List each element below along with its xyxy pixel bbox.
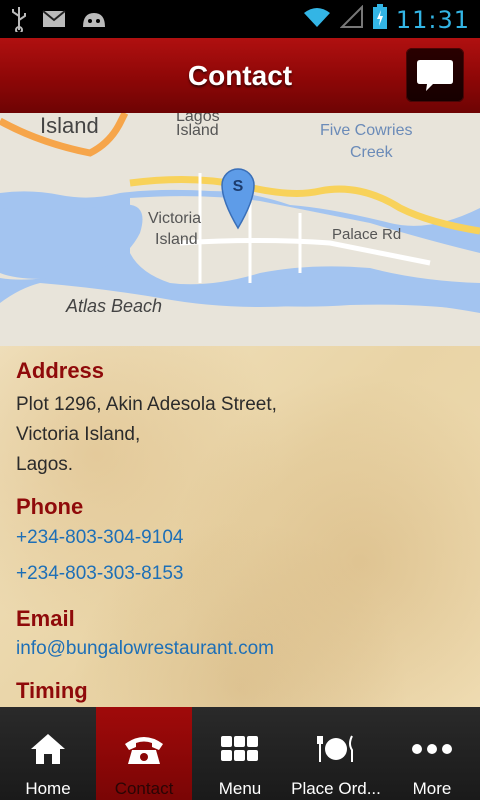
nav-more[interactable]: More — [384, 707, 480, 800]
phone-link[interactable]: +234-803-303-8153 — [16, 556, 464, 592]
address-line: Victoria Island, — [16, 424, 141, 445]
phone-heading: Phone — [16, 494, 84, 519]
svg-text:Five Cowries: Five Cowries — [320, 122, 412, 139]
email-section: Email info@bungalowrestaurant.com — [16, 606, 464, 664]
grid-icon — [220, 735, 260, 768]
svg-text:Island: Island — [40, 113, 99, 138]
chat-button[interactable] — [406, 48, 464, 102]
svg-text:Palace Rd: Palace Rd — [332, 226, 401, 243]
nav-menu[interactable]: Menu — [192, 707, 288, 800]
bottom-nav: Home Contact Menu Place Ord... More — [0, 707, 480, 800]
phone-link[interactable]: +234-803-304-9104 — [16, 520, 464, 556]
timing-heading: Timing — [16, 678, 88, 703]
email-link[interactable]: info@bungalowrestaurant.com — [16, 634, 464, 664]
status-bar: 11:31 — [0, 0, 480, 38]
phone-icon — [122, 732, 166, 771]
status-time: 11:31 — [395, 5, 470, 34]
nav-place-order[interactable]: Place Ord... — [288, 707, 384, 800]
svg-text:Creek: Creek — [350, 144, 394, 161]
chat-bubble-icon — [406, 60, 464, 106]
android-icon — [80, 9, 108, 34]
nav-label: Menu — [218, 779, 262, 798]
nav-label: Place Ord... — [291, 779, 381, 798]
address-heading: Address — [16, 358, 105, 383]
nav-label: Contact — [114, 779, 174, 798]
address-line: Lagos. — [16, 454, 74, 475]
nav-contact[interactable]: Contact — [96, 707, 192, 800]
dining-icon — [316, 732, 356, 771]
usb-icon — [10, 6, 28, 37]
signal-icon — [339, 4, 364, 34]
home-icon — [29, 732, 67, 771]
svg-text:Atlas Beach: Atlas Beach — [65, 296, 162, 316]
location-map[interactable]: Island Lagos Island Five Cowries Creek V… — [0, 113, 480, 346]
nav-label: More — [412, 779, 452, 798]
contact-details: Address Plot 1296, Akin Adesola Street, … — [0, 346, 480, 707]
svg-text:Island: Island — [155, 231, 198, 248]
wifi-icon — [302, 5, 332, 34]
more-dots-icon — [411, 742, 453, 760]
svg-text:Island: Island — [176, 122, 219, 139]
gmail-icon — [42, 9, 66, 34]
svg-text:Victoria: Victoria — [148, 210, 201, 227]
address-line: Plot 1296, Akin Adesola Street, — [16, 394, 277, 415]
email-heading: Email — [16, 606, 75, 631]
phone-section: Phone +234-803-304-9104 +234-803-303-815… — [16, 494, 464, 592]
timing-section: Timing — [16, 678, 464, 704]
battery-icon — [372, 4, 388, 35]
address-section: Address Plot 1296, Akin Adesola Street, … — [16, 358, 464, 480]
nav-home[interactable]: Home — [0, 707, 96, 800]
app-header: Contact — [0, 38, 480, 113]
nav-label: Home — [25, 779, 71, 798]
svg-text:S: S — [233, 178, 244, 195]
